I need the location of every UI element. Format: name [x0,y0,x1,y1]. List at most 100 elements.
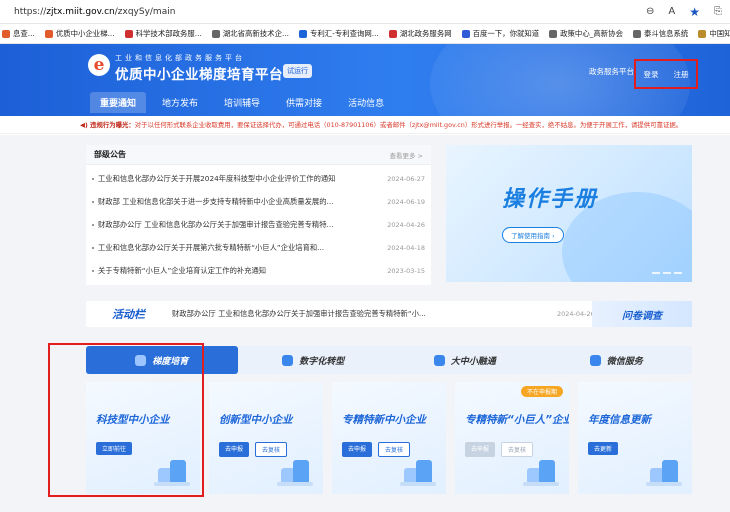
carousel-indicator[interactable] [652,272,682,274]
announcement-title[interactable]: 关于专精特新“小巨人”企业培育认定工作的补充通知 [98,266,375,276]
bookmark-label: 优质中小企业梯... [55,29,115,38]
warning-notice: ◀) 违规行为曝光： 对于以任何形式联系企业收取费用，要保证选择代办，可通过电话… [0,116,730,134]
announcement-date: 2023-03-15 [387,266,425,275]
bullet-icon [92,223,94,226]
nav-tab-training[interactable]: 培训辅导 [214,92,270,113]
bookmark-favicon-icon [388,29,397,38]
nav-tab-supply-demand[interactable]: 供需对接 [276,92,332,113]
status-badge: 不在申报期 [520,386,563,397]
bookmark-label: 政策中心_高新协会 [560,29,623,38]
announcement-row[interactable]: 工业和信息化部办公厅关于开展2024年度科技型中小企业评价工作的通知 2024-0… [92,167,425,190]
announcement-title[interactable]: 工业和信息化部办公厅关于开展第六批专精特新“小巨人”企业培育和... [98,243,375,253]
announcement-row[interactable]: 财政部 工业和信息化部关于进一步支持专精特新中小企业高质量发展的... 2024-… [92,190,425,213]
bookmark-item[interactable]: 优质中小企业梯... [44,28,115,39]
digital-icon [282,354,294,366]
address-bar[interactable]: https://zjtx.miit.gov.cn/zxqySy/main ⊖ A… [0,0,730,24]
bookmark-favicon-icon [2,29,10,38]
announcement-title[interactable]: 财政部办公厅 工业和信息化部办公厅关于加强审计报告查验完善专精特... [98,220,375,230]
activity-label: 活动栏 [112,308,145,321]
manual-title: 操作手册 [502,187,599,212]
tab-wechat-service[interactable]: 微信服务 [541,346,693,374]
tab-integration[interactable]: 大中小融通 [389,346,541,374]
bookmark-label: 百度一下，你就知道 [472,29,540,38]
bookmark-item[interactable]: 泰斗信息系统 [632,28,688,39]
card-secondary-button[interactable]: 去复核 [255,442,288,457]
card-primary-button[interactable]: 去更新 [588,442,619,455]
announcement-header: 部级公告 查看更多 > [86,145,431,165]
bookmark-label: 湖北省高新技术企... [222,29,290,38]
register-link[interactable]: 注册 [674,69,689,80]
announcement-date: 2024-06-27 [387,174,425,183]
bookmark-item[interactable]: 湖北政务服务网 [388,28,452,39]
announcement-title[interactable]: 工业和信息化部办公厅关于开展2024年度科技型中小企业评价工作的通知 [98,174,375,184]
highlight-box-tech-sme [48,343,204,497]
split-screen-icon[interactable]: ⎘ [714,6,722,17]
bookmark-favicon-icon [299,29,308,38]
bookmark-item[interactable]: 百度一下，你就知道 [461,28,540,39]
activity-ticker: 活动栏 财政部办公厅 工业和信息化部办公厅关于加强审计报告查验完善专精特新“小.… [86,301,611,327]
card-title: 创新型中小企业 [219,414,293,426]
card-illustration-icon [277,456,313,486]
zoom-icon[interactable]: ⊖ [646,6,654,17]
card-secondary-button[interactable]: 去复核 [501,442,534,457]
bullet-icon [92,246,94,249]
login-link[interactable]: 登录 [644,69,659,80]
view-more-link[interactable]: 查看更多 > [389,150,423,160]
url-text[interactable]: https://zjtx.miit.gov.cn/zxqySy/main [14,7,175,17]
bullet-icon [92,177,94,180]
bookmark-item[interactable]: 湖北省高新技术企... [211,28,290,39]
bookmark-item[interactable]: 专利汇-专利查询网... [299,28,379,39]
bookmark-favicon-icon [461,29,470,38]
favorite-star-icon[interactable]: ★ [689,5,700,19]
service-card[interactable]: 不在申报期专精特新“小巨人”企业 去申报 去复核 [455,382,569,494]
card-illustration-icon [523,456,559,486]
main-nav: 重要通知 地方发布 培训辅导 供需对接 活动信息 [90,92,400,113]
announcement-row[interactable]: 财政部办公厅 工业和信息化部办公厅关于加强审计报告查验完善专精特... 2024-… [92,213,425,236]
bookmark-item[interactable]: 科学技术部政务服... [124,28,202,39]
service-card[interactable]: 年度信息更新 去更新 [578,382,692,494]
tab-digital-transformation[interactable]: 数字化转型 [238,346,390,374]
bookmark-item[interactable]: 中国知网 [698,28,730,39]
nav-tab-events[interactable]: 活动信息 [338,92,394,113]
announcement-date: 2024-04-26 [387,220,425,229]
announcement-date: 2024-06-19 [387,197,425,206]
nav-tab-local-release[interactable]: 地方发布 [152,92,208,113]
bookmark-item[interactable]: 息查... [2,28,35,39]
bookmark-favicon-icon [549,29,558,38]
announcement-heading: 部级公告 [94,150,126,159]
bookmark-label: 息查... [13,29,35,38]
bookmark-label: 中国知网 [709,29,730,38]
bookmark-label: 科学技术部政务服... [135,29,202,38]
nav-tab-important-notice[interactable]: 重要通知 [90,92,147,113]
notice-text: 对于以任何形式联系企业收取费用，要保证选择代办，可通过电话（010-879011… [134,121,683,129]
card-title: 专精特新“小巨人”企业 [465,414,569,426]
card-title: 年度信息更新 [588,414,651,426]
announcement-row[interactable]: 工业和信息化部办公厅关于开展第六批专精特新“小巨人”企业培育和... 2024-0… [92,236,425,259]
card-title: 专精特新中小企业 [342,414,426,426]
announcement-list: 工业和信息化部办公厅关于开展2024年度科技型中小企业评价工作的通知 2024-0… [86,165,431,284]
bookmark-item[interactable]: 政策中心_高新协会 [549,28,623,39]
network-icon [433,354,445,366]
card-primary-button[interactable]: 去申报 [342,442,373,457]
card-primary-button[interactable]: 去申报 [465,442,496,457]
usage-guide-button[interactable]: 了解使用指南 › [502,227,564,243]
service-card[interactable]: 专精特新中小企业 去申报 去复核 [332,382,446,494]
gov-service-link[interactable]: 政务服务平台 [589,66,634,77]
service-icon [589,354,601,366]
site-title[interactable]: 优质中小企业梯度培育平台 [115,63,283,83]
card-primary-button[interactable]: 去申报 [219,442,250,457]
bookmark-favicon-icon [44,29,53,38]
notice-prefix: ◀) 违规行为曝光： [80,121,135,129]
bookmark-favicon-icon [698,29,707,38]
manual-banner[interactable]: 操作手册 了解使用指南 › [446,145,692,282]
site-header: e 工业和信息化部政务服务平台 优质中小企业梯度培育平台 试运行 政务服务平台 … [0,44,730,116]
site-logo-icon[interactable]: e [88,54,110,76]
activity-text[interactable]: 财政部办公厅 工业和信息化部办公厅关于加强审计报告查验完善专精特新“小... [172,309,551,319]
announcement-title[interactable]: 财政部 工业和信息化部关于进一步支持专精特新中小企业高质量发展的... [98,197,375,207]
announcement-row[interactable]: 关于专精特新“小巨人”企业培育认定工作的补充通知 2023-03-15 [92,259,425,282]
service-card[interactable]: 创新型中小企业 去申报 去复核 [209,382,323,494]
read-aloud-icon[interactable]: A [668,6,675,17]
survey-button[interactable]: 问卷调查 [592,301,692,327]
trial-badge: 试运行 [283,64,312,78]
card-secondary-button[interactable]: 去复核 [378,442,411,457]
